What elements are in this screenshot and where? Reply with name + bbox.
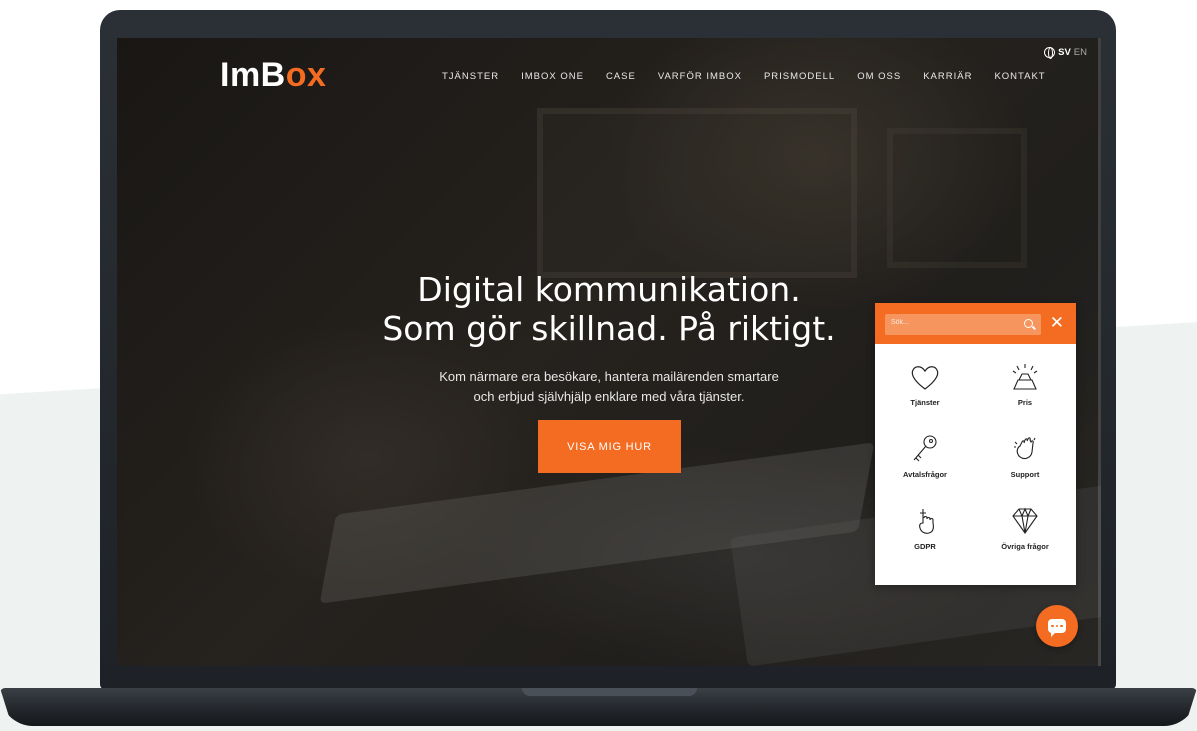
nav-item-om-oss[interactable]: OM OSS	[857, 71, 901, 82]
stage: ImBox TJÄNSTER IMBOX ONE CASE VARFÖR IMB…	[0, 0, 1197, 731]
chat-dot	[1051, 624, 1054, 628]
language-switcher: SV EN	[1044, 47, 1087, 59]
nav-item-varfor-imbox[interactable]: VARFÖR IMBOX	[658, 71, 742, 82]
help-search-input[interactable]	[891, 319, 1001, 326]
help-item-label: Avtalsfrågor	[903, 470, 947, 479]
main-nav: TJÄNSTER IMBOX ONE CASE VARFÖR IMBOX PRI…	[442, 71, 1046, 82]
nav-item-prismodell[interactable]: PRISMODELL	[764, 71, 835, 82]
chat-dot	[1055, 624, 1059, 628]
chat-bubble-icon	[1048, 619, 1066, 637]
help-item-label: GDPR	[914, 542, 936, 551]
globe-icon	[1044, 47, 1056, 59]
nav-item-kontakt[interactable]: KONTAKT	[994, 71, 1045, 82]
close-icon[interactable]: ✕	[1050, 314, 1064, 332]
logo-text-start: ImB	[220, 56, 286, 94]
key-icon	[913, 435, 937, 462]
help-widget-grid: Tjänster Pris Avtalsfrågor Support GDPR	[875, 344, 1076, 566]
help-item-label: Pris	[1017, 398, 1033, 407]
help-widget: ✕ Tjänster Pris Avtalsfrågor Support	[875, 303, 1076, 585]
chat-launcher-button[interactable]	[1036, 605, 1078, 647]
imbox-logo[interactable]: ImBox	[220, 56, 326, 95]
help-item-label: Tjänster	[910, 398, 940, 407]
help-item-gdpr[interactable]: GDPR	[875, 494, 975, 566]
nav-item-case[interactable]: CASE	[606, 71, 636, 82]
nav-item-tjanster[interactable]: TJÄNSTER	[442, 71, 499, 82]
help-item-support[interactable]: Support	[975, 422, 1075, 494]
help-widget-header: ✕	[875, 303, 1076, 344]
lang-sv[interactable]: SV	[1058, 47, 1071, 58]
logo-chat-o-icon: o	[285, 56, 308, 94]
nav-item-imbox-one[interactable]: IMBOX ONE	[521, 71, 584, 82]
lang-en[interactable]: EN	[1074, 47, 1087, 58]
laptop-notch	[522, 688, 697, 696]
diamond-icon	[1012, 507, 1038, 534]
gold-bars-icon	[1012, 364, 1038, 390]
help-widget-search	[885, 314, 1041, 335]
heart-icon	[911, 366, 939, 390]
help-item-tjanster[interactable]: Tjänster	[875, 350, 975, 422]
nav-item-karriar[interactable]: KARRIÄR	[923, 71, 972, 82]
laptop-screen: ImBox TJÄNSTER IMBOX ONE CASE VARFÖR IMB…	[117, 38, 1101, 666]
logo-text-end: x	[307, 56, 327, 94]
chat-dot	[1060, 624, 1063, 628]
help-item-pris[interactable]: Pris	[975, 350, 1075, 422]
help-item-ovriga-fragor[interactable]: Övriga frågor	[975, 494, 1075, 566]
pointing-finger-icon	[919, 509, 934, 534]
help-item-avtalsfragor[interactable]: Avtalsfrågor	[875, 422, 975, 494]
cta-show-me-how-button[interactable]: VISA MIG HUR	[538, 420, 681, 473]
search-icon[interactable]	[1024, 319, 1033, 328]
scrollbar[interactable]	[1098, 38, 1101, 666]
help-item-label: Support	[1010, 470, 1040, 479]
waving-hand-icon	[1014, 437, 1036, 460]
help-item-label: Övriga frågor	[1001, 542, 1049, 551]
